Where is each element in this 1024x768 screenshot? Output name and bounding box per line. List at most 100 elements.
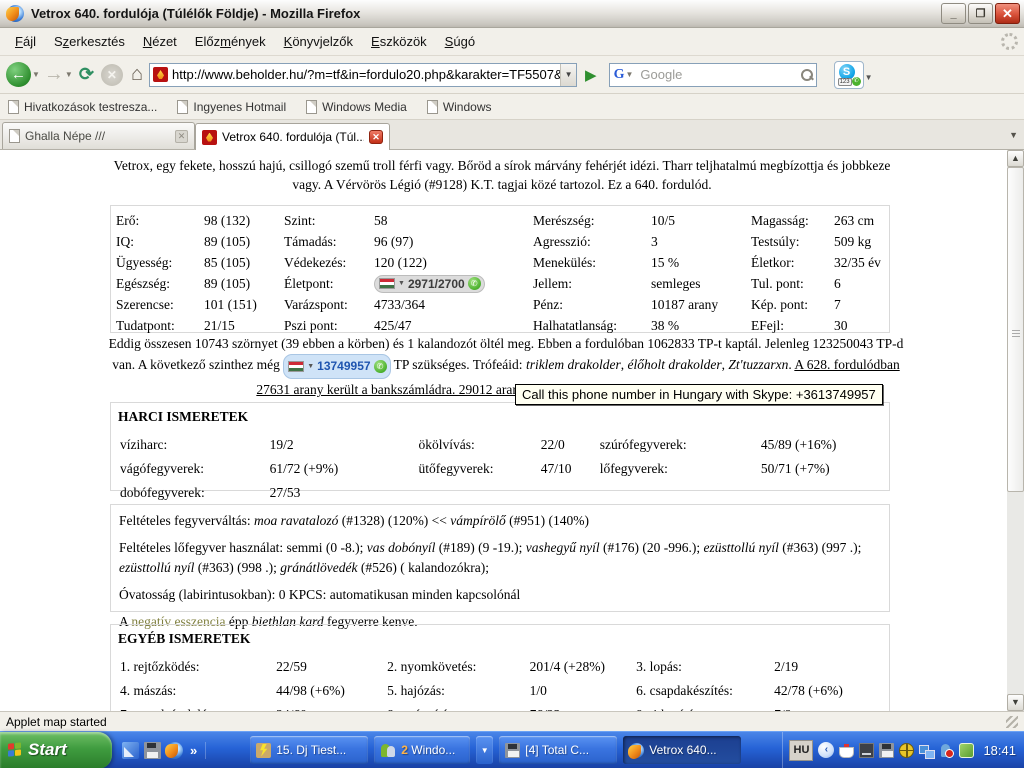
tray-collapse-icon[interactable]: ‹ [818,742,834,758]
restore-button[interactable]: ❐ [968,3,993,24]
network-tray-icon[interactable] [919,743,934,758]
url-dropdown-icon[interactable]: ▼ [560,64,576,86]
taskbar-button-total-commander[interactable]: [4] Total C... [499,736,617,764]
skype-toolbar-button[interactable]: S 123 ✆ ▼ [834,61,864,89]
menu-szerkeszt-s[interactable]: Szerkesztés [45,30,134,53]
navigation-toolbar: ←▼ →▼ ⟳ ✕ ⌂ http://www.beholder.hu/?m=tf… [0,56,1024,94]
search-box[interactable]: G ▼ Google [609,63,817,87]
tab-close-icon[interactable]: ✕ [175,130,188,143]
search-engine-dropdown-icon[interactable]: ▼ [625,70,633,79]
stop-button[interactable]: ✕ [101,64,123,86]
table-row: 1. rejtőzködés:22/592. nyomkövetés:201/4… [120,656,887,678]
skype-number-widget[interactable]: ▼2971/2700✆ [374,275,485,293]
vertical-scrollbar[interactable]: ▲ ▼ [1007,150,1024,711]
taskbar-button-messenger[interactable]: 2 Windo... [374,736,470,764]
menu-eszk-z-k[interactable]: Eszközök [362,30,436,53]
call-icon[interactable]: ✆ [468,277,481,290]
back-button[interactable]: ←▼ [6,62,41,87]
bookmark-item[interactable]: Windows [427,100,492,114]
bookmark-item[interactable]: Ingyenes Hotmail [177,100,286,114]
tab-page-icon [9,129,20,143]
firefox-launcher-icon[interactable] [166,742,183,759]
other-skills-box: EGYÉB ISMERETEK 1. rejtőzködés:22/592. n… [110,624,890,711]
skype-number: 2971/2700 [408,277,465,291]
skype-dropdown-icon[interactable]: ▼ [865,73,873,82]
weapon-settings-box: Feltételes fegyverváltás: moa ravatalozó… [110,504,890,612]
flag-dropdown-icon[interactable]: ▼ [307,356,314,377]
skype-phone-icon: ✆ [852,77,861,86]
tab-ghalla-nepe[interactable]: Ghalla Népe /// ✕ [2,122,195,149]
status-text: Applet map started [6,715,107,729]
floppy-launcher-icon[interactable] [144,742,161,759]
windows-logo-icon [8,742,22,757]
quick-launch: » [116,742,206,759]
character-intro: Vetrox, egy fekete, hosszú hajú, csillog… [112,156,892,194]
menu-n-zet[interactable]: Nézet [134,30,186,53]
system-tray: HU ‹ 18:41 [782,732,1024,768]
taskbar: Start » 15. Dj Tiest... 2 Windo... ▼ [4]… [0,731,1024,768]
scroll-up-icon[interactable]: ▲ [1007,150,1024,167]
menu-el-zm-nyek[interactable]: Előzmények [186,30,275,53]
show-desktop-icon[interactable] [122,742,139,759]
language-indicator[interactable]: HU [789,740,813,761]
tab-bar: Ghalla Népe /// ✕ Vetrox 640. fordulója … [0,120,1024,150]
search-input[interactable]: Google [640,67,799,82]
home-button[interactable]: ⌂ [131,63,143,86]
console-tray-icon[interactable] [859,743,874,758]
flag-dropdown-icon[interactable]: ▼ [398,280,405,287]
bookmark-item[interactable]: Windows Media [306,100,407,114]
minimize-button[interactable]: _ [941,3,966,24]
menu-k-nyvjelz-k[interactable]: Könyvjelzők [275,30,362,53]
bookmarks-bar: Hivatkozások testresza... Ingyenes Hotma… [0,94,1024,120]
updates-tray-icon[interactable] [959,743,974,758]
messenger-status-icon[interactable] [939,743,954,758]
table-row: IQ:89 (105)Támadás:96 (97)Agresszió:3Tes… [116,231,886,252]
disk-tray-icon[interactable] [879,743,894,758]
messenger-icon [380,743,396,758]
call-icon[interactable]: ✆ [374,360,387,373]
combat-skills-box: HARCI ISMERETEK víziharc:19/2ökölvívás:2… [110,402,890,491]
quick-launch-overflow-icon[interactable]: » [188,743,199,758]
scrollbar-thumb[interactable] [1007,167,1024,492]
section-title: EGYÉB ISMERETEK [118,631,889,647]
search-icon[interactable] [800,68,814,82]
hungary-flag-icon [288,361,304,372]
throbber-icon [1001,33,1018,50]
google-icon[interactable]: G [614,67,625,83]
globe-tray-icon[interactable] [899,743,914,758]
ranged-weapon-line: Feltételes lőfegyver használat: semmi (0… [119,538,881,578]
close-button[interactable]: ✕ [995,3,1020,24]
reload-button[interactable]: ⟳ [79,64,94,85]
url-bar[interactable]: http://www.beholder.hu/?m=tf&in=fordulo2… [149,63,577,87]
java-icon[interactable] [839,747,854,758]
taskbar-clock: 18:41 [983,743,1016,758]
taskbar-button-winamp[interactable]: 15. Dj Tiest... [250,736,368,764]
window-titlebar[interactable]: Vetrox 640. fordulója (Túlélők Földje) -… [0,0,1024,28]
bookmark-icon [177,100,188,114]
start-button[interactable]: Start [0,732,112,768]
taskbar-group-dropdown-icon[interactable]: ▼ [476,736,493,764]
table-row: Egészség:89 (105)Életpont:▼2971/2700✆Jel… [116,273,886,294]
table-row: dobófegyverek:27/53 [120,482,887,504]
scrollbar-track[interactable] [1007,492,1024,694]
table-row: 7. csapdaészlelés:24/608. gyógyítás:76/2… [120,704,887,711]
menu-f-jl[interactable]: Fájl [6,30,45,53]
tab-vetrox-fordulo[interactable]: Vetrox 640. fordulója (Túl... ✕ [195,123,390,150]
scroll-down-icon[interactable]: ▼ [1007,694,1024,711]
bookmark-item[interactable]: Hivatkozások testresza... [8,100,157,114]
skype-badge: 123 [838,78,852,86]
menu-s-g-[interactable]: Súgó [436,30,484,53]
forward-button[interactable]: →▼ [44,63,74,86]
winamp-icon [256,743,271,758]
go-button[interactable]: ▶ [580,66,602,84]
taskbar-button-firefox[interactable]: Vetrox 640... [623,736,741,764]
table-row: Erő:98 (132)Szint:58Merészség:10/5Magass… [116,210,886,231]
resize-grip[interactable] [1006,716,1018,728]
url-text[interactable]: http://www.beholder.hu/?m=tf&in=fordulo2… [172,67,560,82]
skype-number-widget[interactable]: ▼13749957✆ [283,354,390,379]
tab-close-icon[interactable]: ✕ [369,130,383,144]
section-title: HARCI ISMERETEK [118,409,889,425]
site-favicon [153,67,168,82]
tab-list-dropdown-icon[interactable]: ▼ [1009,130,1018,140]
bookmark-icon [8,100,19,114]
